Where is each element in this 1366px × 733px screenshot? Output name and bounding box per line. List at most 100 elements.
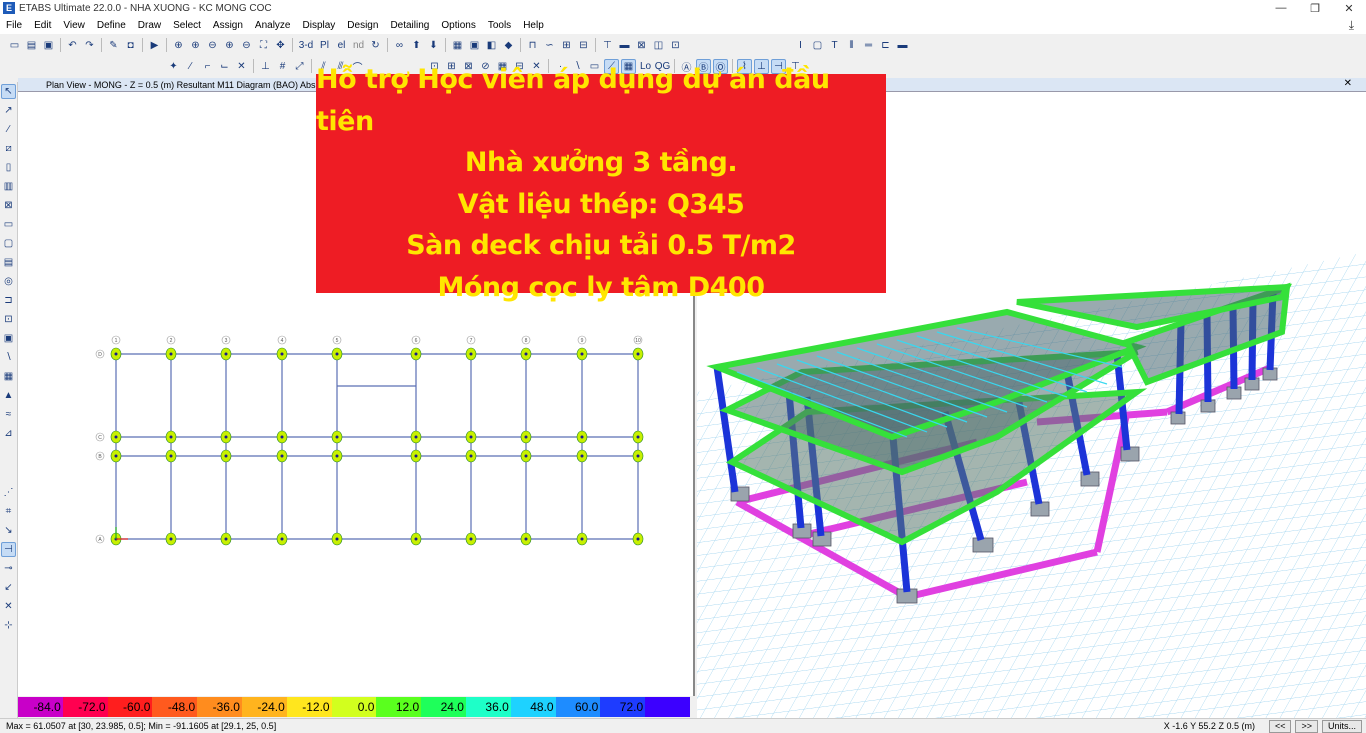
draw-link-icon[interactable]: ⊐ [1,293,16,308]
draw-section-cut-icon[interactable]: ▲ [1,388,16,403]
animation-icon[interactable]: ◫ [651,38,666,53]
display-options-icon[interactable]: ◆ [501,38,516,53]
story-response-icon[interactable]: ⊟ [576,38,591,53]
snap-point-icon[interactable]: ✦ [166,59,181,74]
section-cut-icon[interactable]: ⊡ [668,38,683,53]
draw-wave-icon[interactable]: ≈ [1,407,16,422]
close-button[interactable]: ✕ [1332,2,1366,15]
next-button[interactable]: >> [1295,719,1318,733]
reshape-icon[interactable]: ↗ [1,103,16,118]
draw-spring-icon[interactable]: ⊡ [1,312,16,327]
rotate-icon[interactable]: ↻ [368,38,383,53]
force-diagram-icon[interactable]: ⊞ [559,38,574,53]
zoom-fit-icon[interactable]: ⛶ [256,38,271,53]
minimize-button[interactable]: — [1264,2,1298,15]
new-model-icon[interactable]: ▭ [7,38,22,53]
units-button[interactable]: Units... [1321,719,1362,733]
snap-end-left-icon[interactable]: ⊣ [1,542,16,557]
beam-section-icon[interactable]: ▬ [895,38,910,53]
save-icon[interactable]: ▣ [41,38,56,53]
move-up-icon[interactable]: ⬆ [409,38,424,53]
snap-end-icon[interactable]: ⌙ [217,59,232,74]
menu-analyze[interactable]: Analyze [249,20,297,31]
menu-draw[interactable]: Draw [132,20,167,31]
menu-options[interactable]: Options [435,20,481,31]
close-view-icon[interactable]: ✕ [1344,78,1352,89]
redo-icon[interactable]: ↷ [82,38,97,53]
undo-icon[interactable]: ↶ [65,38,80,53]
box-section-icon[interactable]: ▢ [810,38,825,53]
draw-floor-icon[interactable]: ▭ [1,217,16,232]
menu-view[interactable]: View [57,20,91,31]
set-display-icon[interactable]: ▦ [450,38,465,53]
snap-curve-icon[interactable]: ↙ [1,580,16,595]
load-display-icon[interactable]: ▬ [617,38,632,53]
extrude-icon[interactable]: ◧ [484,38,499,53]
draw-column-icon[interactable]: ▯ [1,160,16,175]
menu-display[interactable]: Display [297,20,342,31]
draw-opening-icon[interactable]: ▤ [1,255,16,270]
area-section-icon[interactable]: ⊏ [878,38,893,53]
draw-grid-icon[interactable]: ▦ [1,369,16,384]
deformed-shape-icon[interactable]: ∽ [542,38,557,53]
line-style-icon[interactable]: ═ [861,38,876,53]
snap-cross-icon[interactable]: ✕ [1,599,16,614]
snap-tangent-icon[interactable]: ⊹ [1,618,16,633]
draw-rect-floor-icon[interactable]: ▢ [1,236,16,251]
draw-wall-icon[interactable]: ▥ [1,179,16,194]
pencil-icon[interactable]: ✎ [106,38,121,53]
snap-perp-icon[interactable]: ⊥ [258,59,273,74]
snap-pointer-icon[interactable]: ↘ [1,523,16,538]
draw-brace-v-icon[interactable]: ⊠ [1,198,16,213]
zoom-out-icon[interactable]: ⊖ [205,38,220,53]
zoom-out-step-icon[interactable]: ⊖ [239,38,254,53]
move-down-icon[interactable]: ⬇ [426,38,441,53]
menu-detailing[interactable]: Detailing [384,20,435,31]
view-nd-button[interactable]: nd [351,38,366,53]
view-plan-button[interactable]: Pl [317,38,332,53]
snap-all-icon[interactable]: ⋰ [1,485,16,500]
tee-section-icon[interactable]: T [827,38,842,53]
draw-slope-icon[interactable]: ⊿ [1,426,16,441]
draw-ramp-icon[interactable]: ◎ [1,274,16,289]
table-icon[interactable]: ⊤ [600,38,615,53]
glasses-icon[interactable]: ∞ [392,38,407,53]
zoom-in-icon[interactable]: ⊕ [188,38,203,53]
snap-ps-icon[interactable]: ⌗ [1,504,16,519]
snap-node-icon[interactable]: ⊸ [1,561,16,576]
menu-edit[interactable]: Edit [28,20,57,31]
draw-tendon-icon[interactable]: ▣ [1,331,16,346]
snap-line-icon[interactable]: ∕ [183,59,198,74]
snap-grid-icon[interactable]: # [275,59,290,74]
snap-mid-icon[interactable]: ⌐ [200,59,215,74]
run-analysis-icon[interactable]: ▶ [147,38,162,53]
view-elevation-button[interactable]: el [334,38,349,53]
zoom-window-icon[interactable]: ⊕ [171,38,186,53]
snap-intersect-icon[interactable]: ✕ [234,59,249,74]
maximize-button[interactable]: ❐ [1298,2,1332,15]
pan-icon[interactable]: ✥ [273,38,288,53]
open-icon[interactable]: ▤ [24,38,39,53]
menu-select[interactable]: Select [167,20,207,31]
draw-beam-icon[interactable]: ⧄ [1,141,16,156]
menu-assign[interactable]: Assign [207,20,249,31]
zoom-in-step-icon[interactable]: ⊕ [222,38,237,53]
frame-icon[interactable]: ⊓ [525,38,540,53]
pointer-icon[interactable]: ↖ [1,84,16,99]
view-3d-button[interactable]: 3-d [297,38,315,53]
menu-define[interactable]: Define [91,20,132,31]
menu-file[interactable]: File [0,20,28,31]
mode-shape-icon[interactable]: ⊠ [634,38,649,53]
menu-help[interactable]: Help [517,20,550,31]
menu-design[interactable]: Design [341,20,384,31]
draw-dimension-icon[interactable]: ∖ [1,350,16,365]
menu-tools[interactable]: Tools [482,20,517,31]
draw-line-icon[interactable]: ∕ [1,122,16,137]
download-icon[interactable]: ⤓ [1343,18,1360,33]
column-section-icon[interactable]: ⫴ [844,38,859,53]
previous-button[interactable]: << [1268,719,1292,733]
ibeam-section-icon[interactable]: I [793,38,808,53]
object-shrink-icon[interactable]: ▣ [467,38,482,53]
snap-extend-icon[interactable]: ⤢ [292,59,307,74]
lock-icon[interactable]: ◘ [123,38,138,53]
